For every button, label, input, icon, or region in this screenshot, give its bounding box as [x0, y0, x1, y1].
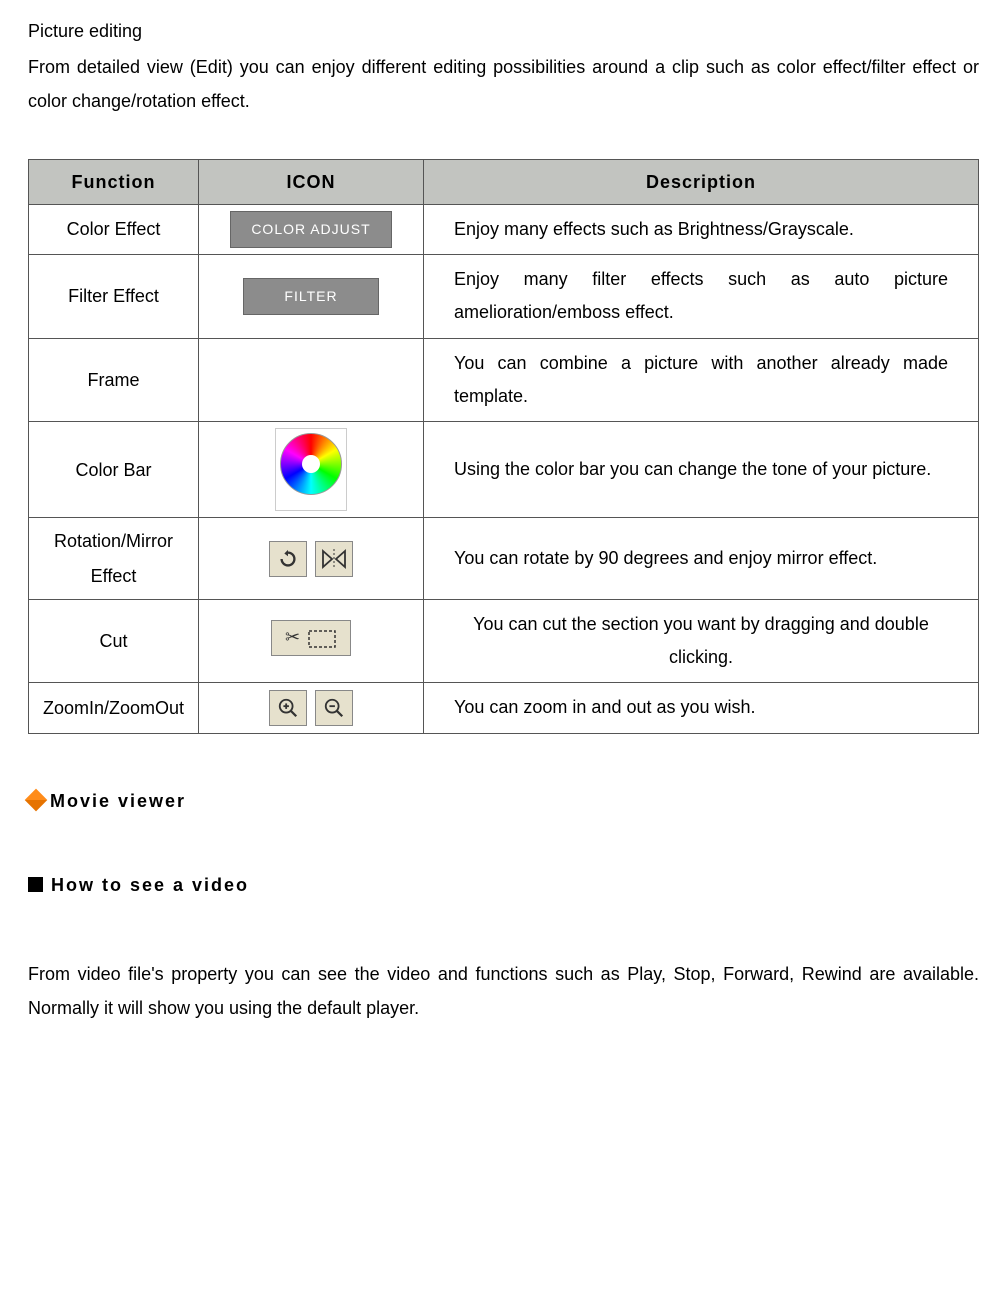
rotate-icon: [269, 541, 307, 577]
subsection-heading-how-to-see-video: How to see a video: [28, 868, 979, 902]
cell-icon: COLOR ADJUST: [199, 204, 424, 254]
cell-function: ZoomIn/ZoomOut: [29, 683, 199, 733]
cell-icon: [199, 338, 424, 422]
cell-description: You can zoom in and out as you wish.: [424, 683, 979, 733]
color-wheel-icon: [280, 433, 342, 495]
cell-icon: FILTER: [199, 255, 424, 339]
zoom-out-icon: [315, 690, 353, 726]
cell-icon: ✂: [199, 599, 424, 683]
cell-icon: [199, 683, 424, 733]
cell-description: You can cut the section you want by drag…: [424, 599, 979, 683]
cell-function: Color Bar: [29, 422, 199, 518]
filter-button-icon: FILTER: [243, 278, 378, 315]
section-heading-picture-editing: Picture editing: [28, 14, 979, 48]
mirror-icon: [315, 541, 353, 577]
zoom-in-icon: [269, 690, 307, 726]
cut-scissors-icon: ✂: [271, 620, 351, 656]
cell-function: Frame: [29, 338, 199, 422]
table-row: ZoomIn/ZoomOut You can zoom in and out a…: [29, 683, 979, 733]
section-heading-movie-viewer: Movie viewer: [28, 784, 979, 818]
cell-description: Enjoy many filter effects such as auto p…: [424, 255, 979, 339]
intro-paragraph: From detailed view (Edit) you can enjoy …: [28, 50, 979, 118]
cell-description: You can combine a picture with another a…: [424, 338, 979, 422]
table-row: Cut ✂ You can cut the section you want b…: [29, 599, 979, 683]
cell-icon: [199, 422, 424, 518]
table-row: Filter Effect FILTER Enjoy many filter e…: [29, 255, 979, 339]
cell-function: Cut: [29, 599, 199, 683]
square-bullet-icon: [28, 877, 43, 892]
table-row: Color Bar Using the color bar you can ch…: [29, 422, 979, 518]
color-adjust-button-icon: COLOR ADJUST: [230, 211, 391, 248]
cell-description: Enjoy many effects such as Brightness/Gr…: [424, 204, 979, 254]
cell-description: Using the color bar you can change the t…: [424, 422, 979, 518]
video-paragraph: From video file's property you can see t…: [28, 957, 979, 1025]
th-function: Function: [29, 159, 199, 204]
table-row: Color Effect COLOR ADJUST Enjoy many eff…: [29, 204, 979, 254]
th-description: Description: [424, 159, 979, 204]
th-icon: ICON: [199, 159, 424, 204]
svg-text:✂: ✂: [285, 627, 300, 647]
cell-icon: [199, 518, 424, 599]
movie-viewer-label: Movie viewer: [50, 791, 186, 811]
cell-function: Color Effect: [29, 204, 199, 254]
diamond-bullet-icon: [25, 789, 48, 812]
cell-function: Filter Effect: [29, 255, 199, 339]
functions-table: Function ICON Description Color Effect C…: [28, 159, 979, 734]
cell-function: Rotation/Mirror Effect: [29, 518, 199, 599]
table-row: Rotation/Mirror Effect You can rotate by…: [29, 518, 979, 599]
table-row: Frame You can combine a picture with ano…: [29, 338, 979, 422]
how-to-see-video-label: How to see a video: [51, 875, 249, 895]
cell-description: You can rotate by 90 degrees and enjoy m…: [424, 518, 979, 599]
